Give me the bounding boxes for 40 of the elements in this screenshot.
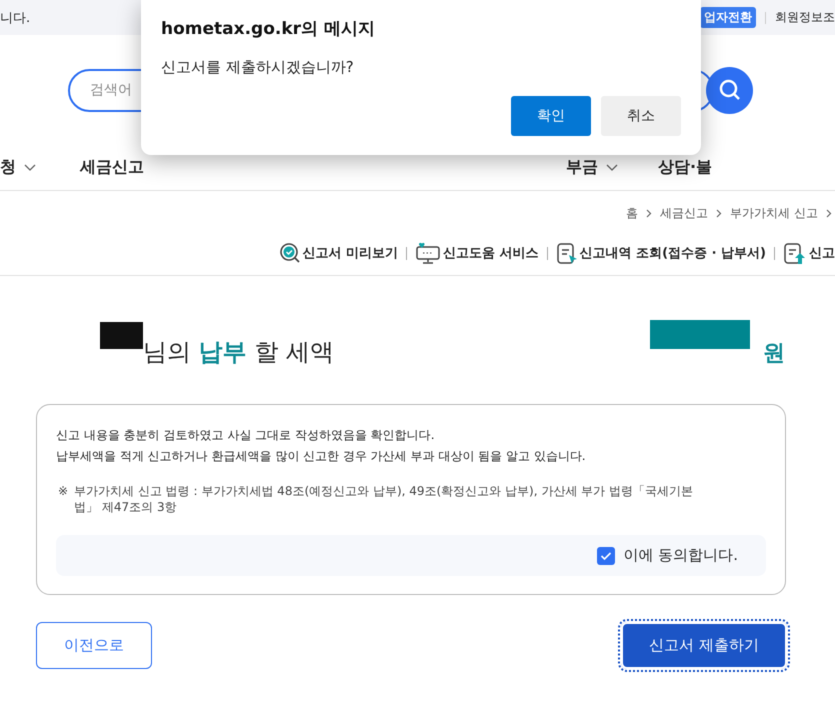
dialog-message: 신고서를 제출하시겠습니까? xyxy=(161,58,355,77)
tax-heading: 님의 납부 할 세액 xyxy=(142,337,334,368)
redaction-bar xyxy=(100,322,143,349)
dialog-title: hometax.go.kr의 메시지 xyxy=(161,18,376,40)
back-button[interactable]: 이전으로 xyxy=(36,622,152,669)
switch-badge[interactable]: 업자전환 xyxy=(700,7,756,28)
check-icon xyxy=(600,550,612,560)
nav-item[interactable]: 청 xyxy=(0,157,36,178)
chevron-right-icon xyxy=(716,208,722,218)
submit-button[interactable]: 신고서 제출하기 xyxy=(621,622,787,669)
currency-unit: 원 xyxy=(763,340,785,368)
nav-item[interactable]: 부금 xyxy=(566,157,618,178)
nav-item[interactable]: 세금신고 xyxy=(80,157,144,178)
chevron-down-icon xyxy=(24,164,36,172)
note-mark: ※ xyxy=(58,483,68,500)
member-link[interactable]: 회원정보조 xyxy=(775,9,835,26)
checkbox[interactable] xyxy=(597,546,616,564)
dialog-button[interactable]: 확인 xyxy=(511,96,591,136)
chevron-down-icon xyxy=(606,164,618,172)
document-cursor-icon xyxy=(556,241,578,265)
chevron-right-icon xyxy=(826,208,832,218)
breadcrumb-item[interactable]: 부가가치세 신고 xyxy=(730,204,818,222)
confirm-text: 신고 내용을 충분히 검토하였고 사실 그대로 작성하였음을 확인합니다. xyxy=(56,427,436,444)
confirm-text: 납부세액을 적게 신고하거나 환급세액을 많이 신고한 경우 가산세 부과 대상이 됨을 알고 있습니다. xyxy=(56,448,587,465)
tool-link[interactable]: 신고내역 조회(접수증 · 납부서) xyxy=(556,241,766,265)
agree-label[interactable]: 이에 동의합니다. xyxy=(623,546,738,565)
dialog-button[interactable]: 취소 xyxy=(601,96,681,136)
law-note: 부가가치세 신고 법령 : 부가가치세법 48조(예정신고와 납부), 49조(확정신고와 납부), 가산세 부가 법령「국세기본법」 제47조의 3항 xyxy=(74,483,694,515)
document-upload-icon xyxy=(783,241,807,265)
notice-text: 니다. xyxy=(0,10,30,26)
magnifier-check-icon xyxy=(278,242,301,264)
chevron-right-icon xyxy=(646,208,652,218)
breadcrumb-item[interactable]: 세금신고 xyxy=(660,204,708,222)
tool-link[interactable]: 신고도움 서비스 xyxy=(415,242,539,264)
nav-item[interactable]: 상담·불 xyxy=(658,157,712,178)
monitor-heart-icon xyxy=(415,242,442,264)
search-icon xyxy=(718,78,742,102)
breadcrumb-item[interactable]: 홈 xyxy=(626,204,638,222)
tool-link[interactable]: 신고 xyxy=(783,241,835,265)
tool-link[interactable]: 신고서 미리보기 xyxy=(278,242,398,264)
